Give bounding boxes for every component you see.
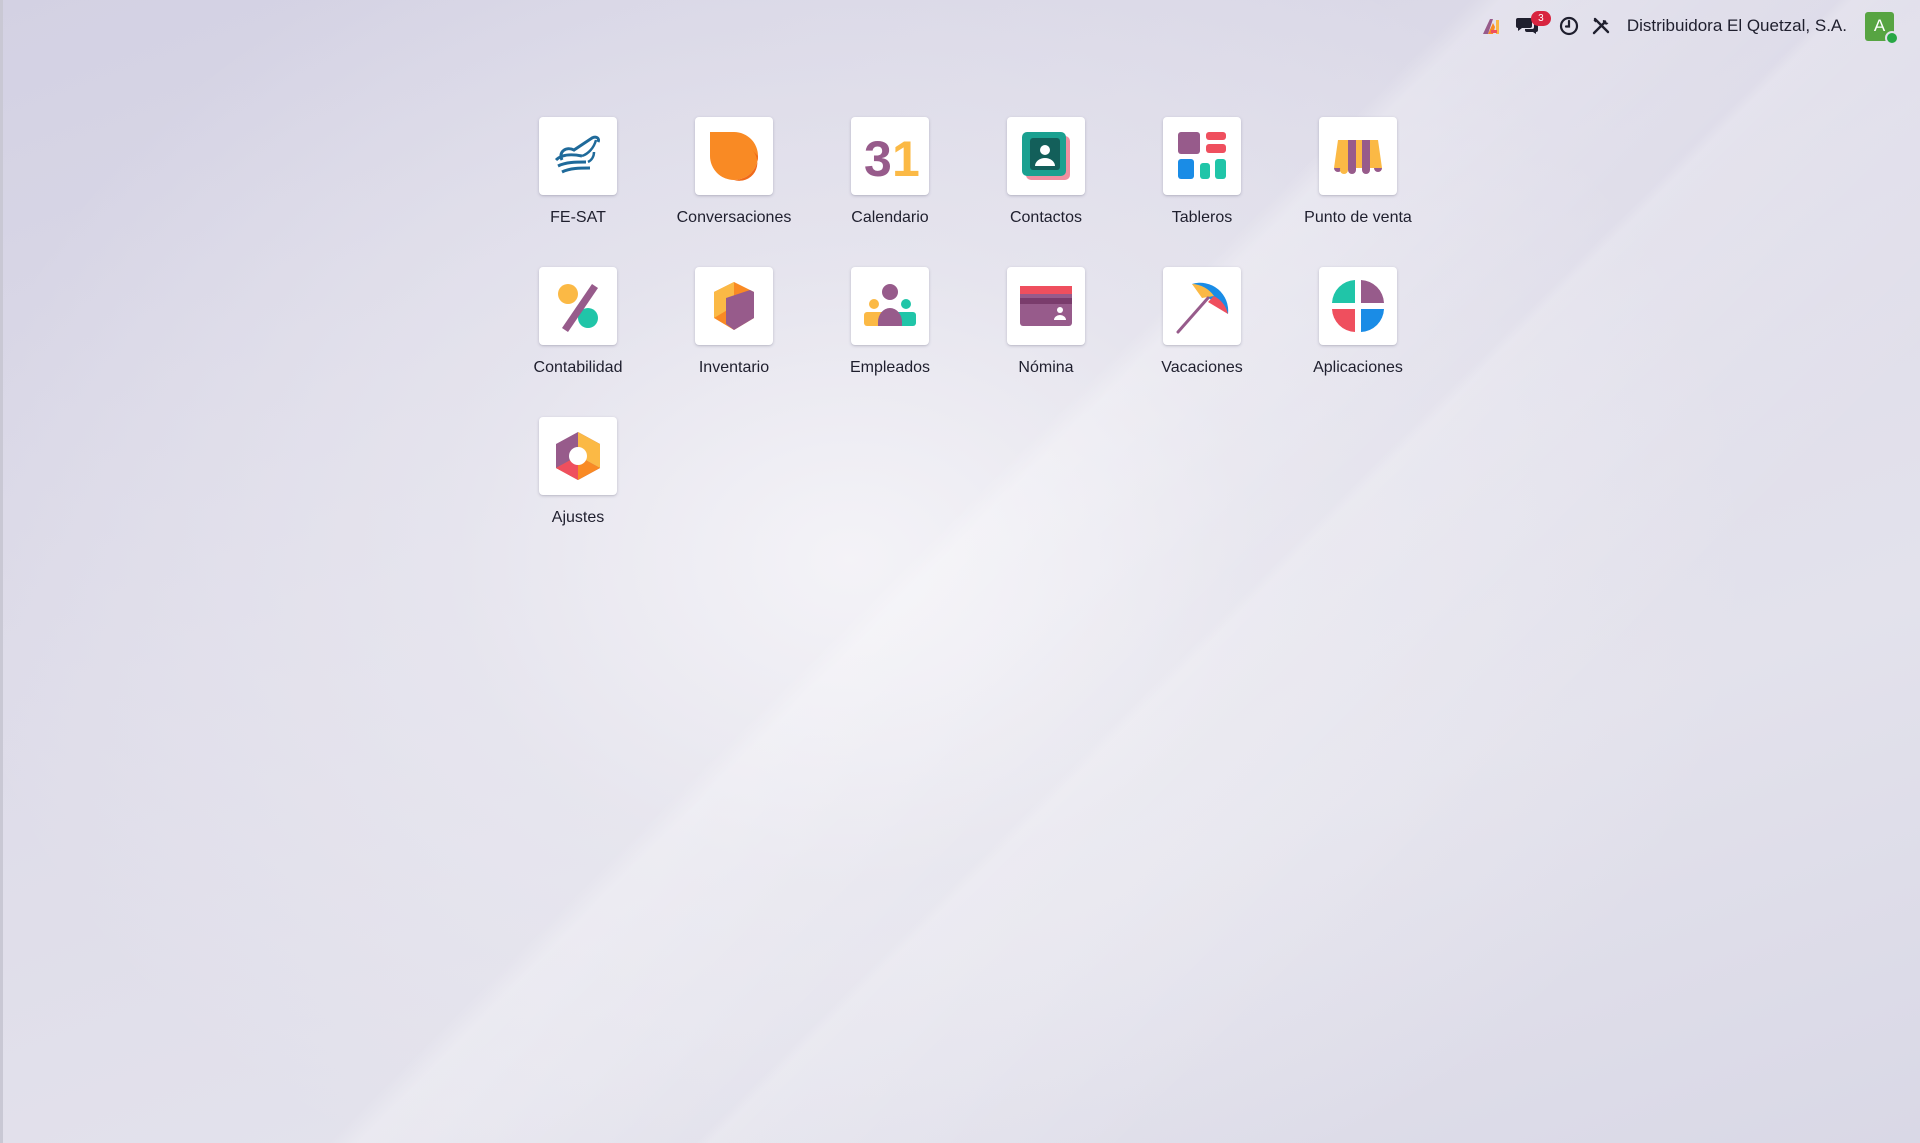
odoo-logo-icon bbox=[1482, 19, 1499, 34]
app-label: Nómina bbox=[1018, 359, 1074, 376]
window-edge bbox=[0, 0, 3, 1143]
app-inventario[interactable]: Inventario bbox=[656, 267, 812, 417]
app-label: Calendario bbox=[851, 209, 929, 226]
app-tile bbox=[1319, 117, 1397, 195]
app-tableros[interactable]: Tableros bbox=[1124, 117, 1280, 267]
app-contactos[interactable]: Contactos bbox=[968, 117, 1124, 267]
time-off-icon bbox=[1176, 282, 1229, 334]
app-fe-sat[interactable]: FE-SAT bbox=[500, 117, 656, 267]
app-nomina[interactable]: Nómina bbox=[968, 267, 1124, 417]
apps-icon bbox=[1332, 280, 1384, 332]
app-label: Contabilidad bbox=[533, 359, 623, 376]
company-switcher[interactable]: Distribuidora El Quetzal, S.A. bbox=[1617, 0, 1859, 52]
app-empleados[interactable]: Empleados bbox=[812, 267, 968, 417]
odoo-logo-button[interactable] bbox=[1475, 0, 1509, 52]
app-tile bbox=[851, 267, 929, 345]
app-label: Tableros bbox=[1171, 209, 1233, 226]
avatar-initial: A bbox=[1873, 16, 1886, 35]
app-label: Conversaciones bbox=[676, 209, 792, 226]
app-grid: FE-SAT Conversaciones 3 1 Calendario Con… bbox=[500, 117, 1436, 567]
calendar-icon: 3 1 bbox=[864, 131, 920, 186]
app-calendario[interactable]: 3 1 Calendario bbox=[812, 117, 968, 267]
tools-icon bbox=[1592, 17, 1610, 35]
payroll-icon bbox=[1020, 286, 1072, 326]
activities-button[interactable] bbox=[1545, 0, 1585, 52]
app-label: Inventario bbox=[698, 359, 770, 376]
app-label: Vacaciones bbox=[1161, 359, 1243, 376]
app-tile bbox=[695, 117, 773, 195]
systray: 3 Distribuidora El Quetzal, S.A. A bbox=[1475, 0, 1920, 52]
app-ajustes[interactable]: Ajustes bbox=[500, 417, 656, 567]
app-tile bbox=[695, 267, 773, 345]
settings-icon bbox=[556, 432, 600, 480]
contacts-icon bbox=[1022, 132, 1070, 180]
app-tile: 3 1 bbox=[851, 117, 929, 195]
app-tile bbox=[539, 417, 617, 495]
accounting-icon bbox=[558, 284, 598, 332]
fe-sat-icon bbox=[554, 135, 600, 174]
app-tile bbox=[539, 117, 617, 195]
app-tile bbox=[539, 267, 617, 345]
avatar: A bbox=[1865, 11, 1899, 45]
app-aplicaciones[interactable]: Aplicaciones bbox=[1280, 267, 1436, 417]
app-contabilidad[interactable]: Contabilidad bbox=[500, 267, 656, 417]
app-punto-de-venta[interactable]: Punto de venta bbox=[1280, 117, 1436, 267]
app-tile bbox=[1319, 267, 1397, 345]
svg-text:1: 1 bbox=[892, 131, 920, 186]
app-tile bbox=[1007, 117, 1085, 195]
debug-tools-button[interactable] bbox=[1585, 0, 1617, 52]
employees-icon bbox=[864, 284, 916, 326]
app-label: Punto de venta bbox=[1304, 209, 1412, 226]
app-label: Contactos bbox=[1009, 209, 1083, 226]
clock-icon bbox=[1559, 16, 1578, 36]
inventory-icon bbox=[714, 282, 754, 330]
app-tile bbox=[1163, 267, 1241, 345]
app-conversaciones[interactable]: Conversaciones bbox=[656, 117, 812, 267]
messages-button[interactable]: 3 bbox=[1509, 0, 1551, 52]
app-tile bbox=[1007, 267, 1085, 345]
app-label: Ajustes bbox=[551, 509, 605, 526]
dashboards-icon bbox=[1178, 132, 1226, 179]
svg-text:3: 3 bbox=[864, 131, 892, 186]
app-label: FE-SAT bbox=[550, 209, 606, 226]
app-label: Aplicaciones bbox=[1313, 359, 1403, 376]
app-label: Empleados bbox=[849, 359, 931, 376]
online-status-dot bbox=[1885, 30, 1899, 45]
app-vacaciones[interactable]: Vacaciones bbox=[1124, 267, 1280, 417]
point-of-sale-icon bbox=[1334, 140, 1382, 174]
user-menu[interactable]: A bbox=[1859, 0, 1900, 52]
app-tile bbox=[1163, 117, 1241, 195]
conversations-icon bbox=[710, 132, 758, 181]
